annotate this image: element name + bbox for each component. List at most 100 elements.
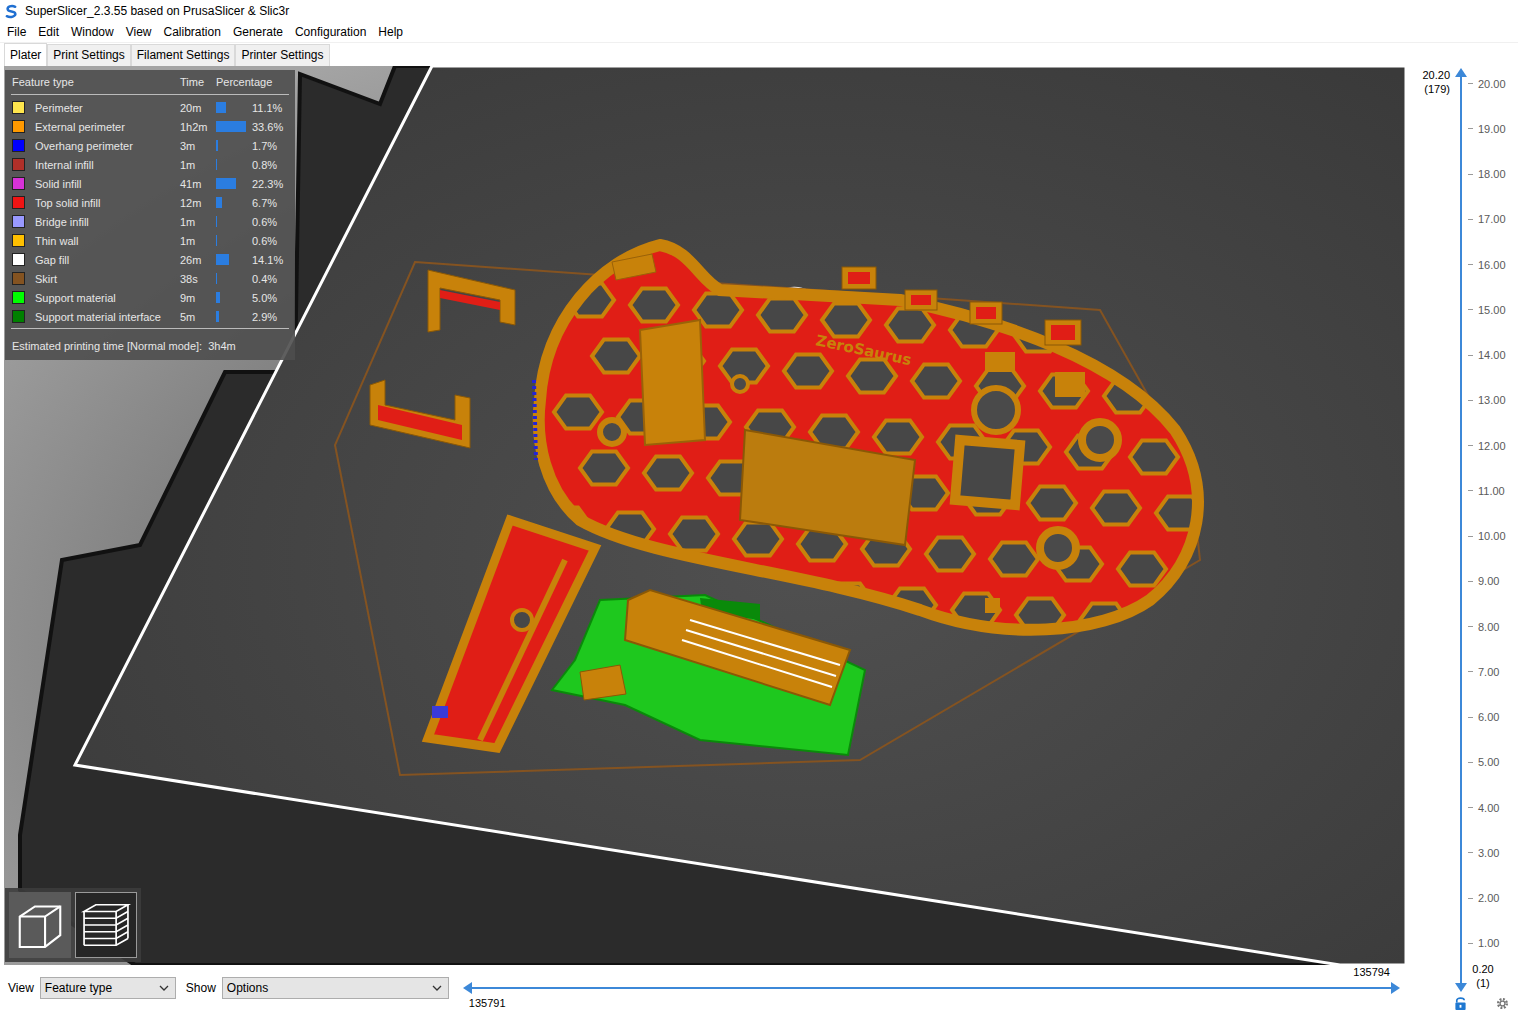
legend-row[interactable]: Bridge infill1m0.6% bbox=[5, 212, 295, 231]
button-cap-model[interactable] bbox=[970, 302, 1002, 324]
legend-percentage: 2.9% bbox=[252, 311, 292, 323]
legend-row[interactable]: Top solid infill12m6.7% bbox=[5, 193, 295, 212]
mouse-shell-model[interactable]: ZeroSaurus bbox=[534, 245, 1216, 642]
legend-row[interactable]: Support material9m5.0% bbox=[5, 288, 295, 307]
square-boss bbox=[955, 440, 1020, 505]
model-embossed-label: ZeroSaurus bbox=[814, 331, 913, 369]
tick-label: 13.00 bbox=[1478, 394, 1506, 406]
legend-feature-name: Bridge infill bbox=[35, 216, 180, 228]
layer-slider-upper-info: 20.20(179) bbox=[1406, 66, 1454, 990]
tick-mark bbox=[1468, 355, 1473, 356]
view-toggle-button[interactable] bbox=[75, 892, 137, 958]
button-cap-model[interactable] bbox=[842, 267, 876, 289]
legend-feature-name: External perimeter bbox=[35, 121, 180, 133]
show-select[interactable]: Options bbox=[222, 977, 449, 999]
tick: 20.00 bbox=[1468, 77, 1518, 90]
rail-body bbox=[428, 520, 595, 748]
menu-item[interactable]: Help bbox=[372, 25, 409, 39]
layer-slider[interactable]: 20.20(179)20.0019.0018.0017.0016.0015.00… bbox=[1406, 66, 1518, 990]
hexagon-hole bbox=[644, 456, 692, 489]
layers-icon bbox=[79, 898, 133, 952]
scroll-wheel-model[interactable] bbox=[552, 590, 865, 755]
rim-block bbox=[1055, 372, 1085, 397]
preview-canvas[interactable]: ZeroSaurusFeature typeTimePercentagePeri… bbox=[4, 66, 1406, 965]
bracket-walls bbox=[428, 270, 515, 332]
bracket-model[interactable] bbox=[428, 270, 515, 332]
button-cap-model[interactable] bbox=[905, 290, 937, 310]
legend-time: 1m bbox=[180, 216, 216, 228]
hexagon-hole bbox=[990, 542, 1038, 575]
layer-slider-lower-thumb[interactable] bbox=[1455, 983, 1467, 992]
hexagon-hole bbox=[554, 395, 602, 428]
cog-icon[interactable] bbox=[1495, 996, 1510, 1011]
menu-item[interactable]: Edit bbox=[32, 25, 65, 39]
legend-estimate: Estimated printing time [Normal mode]:3h… bbox=[5, 332, 295, 352]
legend-row[interactable]: Overhang perimeter3m1.7% bbox=[5, 136, 295, 155]
legend-percentage: 33.6% bbox=[252, 121, 292, 133]
legend-swatch-cell bbox=[12, 177, 35, 190]
tick-label: 11.00 bbox=[1478, 485, 1505, 497]
main-area: ZeroSaurusFeature typeTimePercentagePeri… bbox=[0, 66, 1518, 1017]
legend-row[interactable]: Solid infill41m22.3% bbox=[5, 174, 295, 193]
button-cap-model[interactable] bbox=[1045, 320, 1081, 345]
legend-feature-name: Gap fill bbox=[35, 254, 180, 266]
layer-slider-scale: 20.0019.0018.0017.0016.0015.0014.0013.00… bbox=[1468, 66, 1518, 990]
tick-mark bbox=[1468, 762, 1473, 763]
menu-item[interactable]: File bbox=[1, 25, 32, 39]
wheel-block bbox=[580, 665, 626, 700]
cap-walls bbox=[905, 290, 937, 310]
legend-feature-name: Internal infill bbox=[35, 159, 180, 171]
tab[interactable]: Printer Settings bbox=[235, 44, 329, 66]
hexagon-hole bbox=[630, 288, 678, 321]
cube-icon bbox=[13, 898, 67, 952]
tab[interactable]: Plater bbox=[4, 43, 47, 66]
hexagon-hole bbox=[694, 293, 742, 326]
menu-item[interactable]: Configuration bbox=[289, 25, 372, 39]
tab[interactable]: Filament Settings bbox=[131, 44, 236, 66]
move-slider-high-thumb[interactable] bbox=[1391, 982, 1400, 994]
tick-mark bbox=[1468, 898, 1473, 899]
cap-infill bbox=[976, 307, 996, 319]
menu-item[interactable]: View bbox=[120, 25, 158, 39]
legend-time: 38s bbox=[180, 273, 216, 285]
move-slider-low-thumb[interactable] bbox=[463, 982, 472, 994]
menu-item[interactable]: Window bbox=[65, 25, 120, 39]
legend-feature-name: Thin wall bbox=[35, 235, 180, 247]
hexagon-hole bbox=[1028, 486, 1076, 519]
legend-feature-name: Solid infill bbox=[35, 178, 180, 190]
hexagon-hole bbox=[874, 420, 922, 453]
view-toggle-group bbox=[5, 888, 141, 962]
tick: 5.00 bbox=[1468, 756, 1518, 769]
legend-row[interactable]: Gap fill26m14.1% bbox=[5, 250, 295, 269]
mouse-shell-infill bbox=[539, 245, 1198, 630]
legend-row[interactable]: External perimeter1h2m33.6% bbox=[5, 117, 295, 136]
tab[interactable]: Print Settings bbox=[47, 44, 130, 66]
show-label: Show bbox=[186, 977, 216, 999]
view-toggle-button[interactable] bbox=[9, 892, 71, 958]
legend-row[interactable]: Support material interface5m2.9% bbox=[5, 307, 295, 326]
layer-slider-upper-thumb[interactable] bbox=[1455, 68, 1467, 77]
side-rail-model[interactable] bbox=[428, 520, 595, 748]
menu-item[interactable]: Calibration bbox=[158, 25, 227, 39]
tick-label: 1.00 bbox=[1478, 937, 1499, 949]
legend-bar-cell bbox=[216, 216, 252, 227]
tick: 10.00 bbox=[1468, 530, 1518, 543]
lower-height: 0.20 bbox=[1472, 962, 1493, 976]
legend-row[interactable]: Skirt38s0.4% bbox=[5, 269, 295, 288]
legend-row[interactable]: Perimeter20m11.1% bbox=[5, 98, 295, 117]
legend-row[interactable]: Internal infill1m0.8% bbox=[5, 155, 295, 174]
legend-row[interactable]: Thin wall1m0.6% bbox=[5, 231, 295, 250]
move-slider[interactable]: 135794135791 bbox=[465, 965, 1398, 1017]
bracket-model[interactable] bbox=[370, 380, 470, 448]
menu-item[interactable]: Generate bbox=[227, 25, 289, 39]
lock-icon[interactable] bbox=[1454, 996, 1467, 1011]
hexagon-hole bbox=[1144, 608, 1192, 641]
cap-walls bbox=[842, 267, 876, 289]
legend-swatch-cell bbox=[12, 196, 35, 209]
tick-mark bbox=[1468, 128, 1473, 129]
tick-label: 19.00 bbox=[1478, 123, 1506, 135]
legend-percentage: 11.1% bbox=[252, 102, 292, 114]
view-select[interactable]: Feature type bbox=[40, 977, 176, 999]
tick: 4.00 bbox=[1468, 801, 1518, 814]
screw-boss bbox=[732, 376, 748, 392]
